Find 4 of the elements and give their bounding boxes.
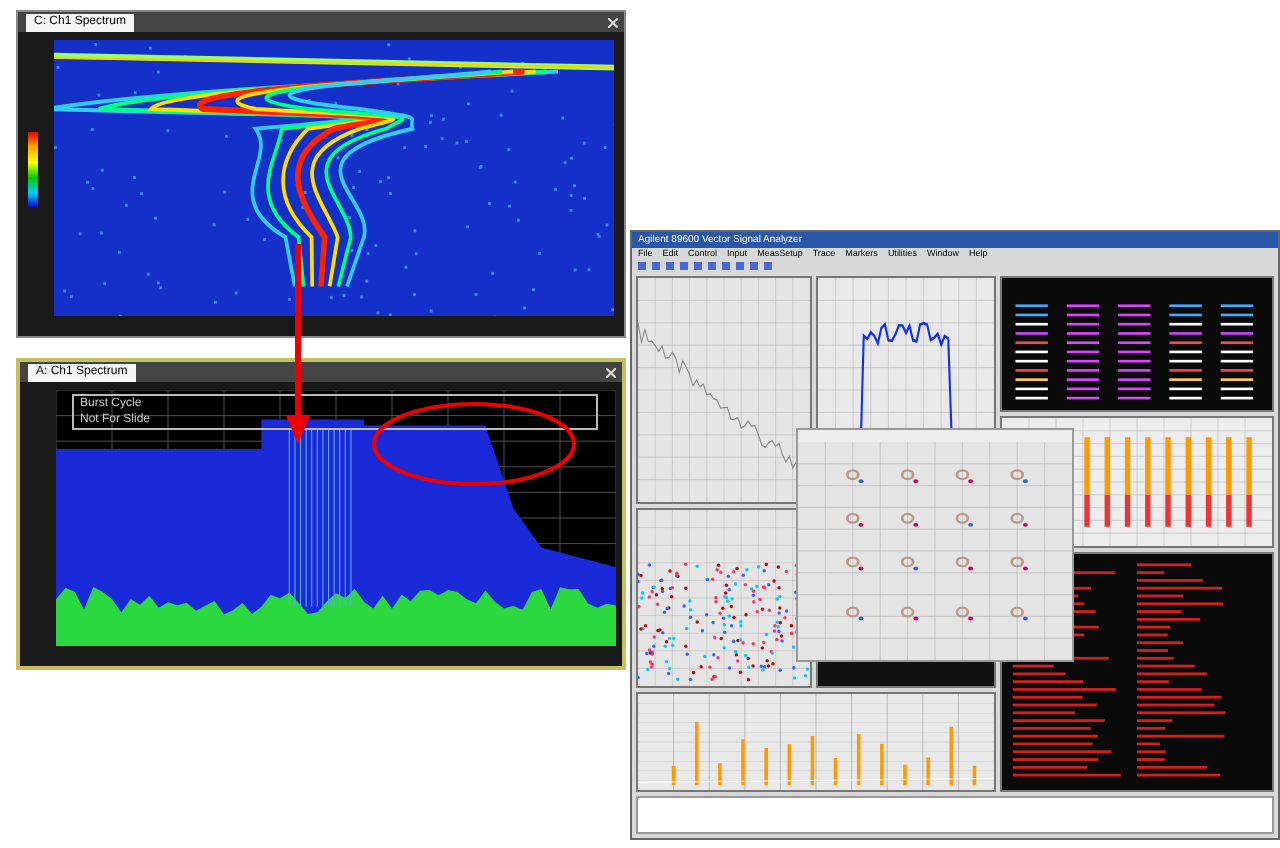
arrow-icon <box>286 244 310 444</box>
color-scale-bar <box>28 132 38 208</box>
close-icon[interactable] <box>608 17 618 27</box>
close-icon[interactable] <box>606 367 616 377</box>
